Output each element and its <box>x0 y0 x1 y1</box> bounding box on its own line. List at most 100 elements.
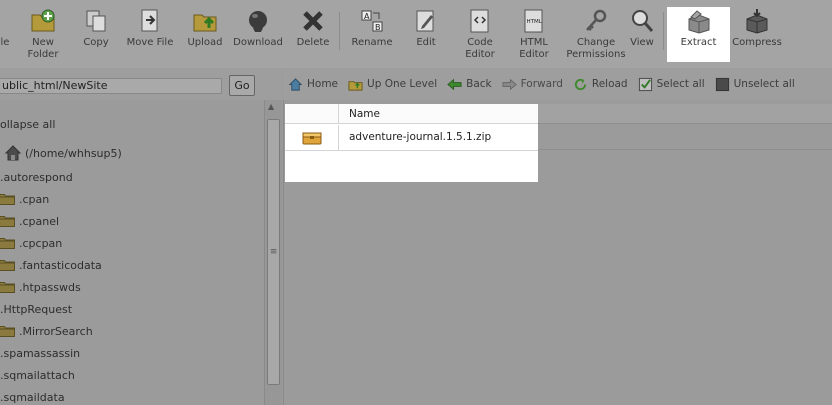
table-row[interactable]: adventure-journal.1.5.1.zip <box>285 125 538 151</box>
go-button[interactable]: Go <box>229 75 255 96</box>
tree-item[interactable]: .cpcpan <box>0 233 62 253</box>
checkbox-empty-icon <box>715 77 729 91</box>
scroll-up-arrow-icon[interactable]: ▲ <box>268 102 274 111</box>
nav-forward[interactable]: Forward <box>502 77 563 92</box>
nav-up-one-level[interactable]: Up One Level <box>348 77 437 92</box>
nav-back[interactable]: Back <box>447 77 492 92</box>
toolbar: le New Folder Copy Move File Upload Down… <box>0 0 832 68</box>
tree-item[interactable]: .sqmaildata <box>0 387 65 405</box>
tree-scrollbar[interactable]: ▲ ≡ <box>264 100 282 405</box>
tree-item-label: .cpan <box>19 192 50 206</box>
new-folder-label: New Folder <box>27 37 59 60</box>
toolbar-separator <box>663 12 664 50</box>
delete-button[interactable]: Delete <box>294 8 332 64</box>
up-folder-icon <box>348 80 363 91</box>
name-column-header[interactable]: Name <box>349 108 380 120</box>
rename-icon: AB <box>359 8 385 34</box>
tree-item-label: .sqmailattach <box>0 368 75 382</box>
new-folder-icon <box>30 8 56 34</box>
toolbar-separator <box>339 12 340 50</box>
nav-home[interactable]: Home <box>288 77 338 92</box>
copy-label: Copy <box>83 37 109 48</box>
tree-item-label: .autorespond <box>0 170 73 184</box>
folder-icon <box>0 259 15 271</box>
tree-item[interactable]: .cpan <box>0 189 49 209</box>
folder-tree: ollapse all (/home/whhsup5) .autorespond… <box>0 100 264 405</box>
back-arrow-icon <box>447 78 462 90</box>
folder-icon <box>0 325 15 337</box>
file-table-header: Name <box>285 104 538 124</box>
collapse-all-link[interactable]: ollapse all <box>0 118 55 131</box>
upload-label: Upload <box>187 37 223 48</box>
tree-item-label: .fantasticodata <box>19 258 102 272</box>
move-file-label: Move File <box>126 37 174 48</box>
tree-item[interactable]: .HttpRequest <box>0 299 72 319</box>
compress-button[interactable]: Compress <box>731 8 783 64</box>
tree-item-label: .spamassassin <box>0 346 81 360</box>
copy-button[interactable]: Copy <box>80 8 112 64</box>
download-button[interactable]: Download <box>233 8 283 64</box>
forward-arrow-icon <box>502 78 517 90</box>
tree-item-label: .htpasswds <box>19 280 81 294</box>
folder-icon <box>0 193 15 205</box>
path-input[interactable]: ublic_html/NewSite <box>0 78 222 94</box>
view-button[interactable]: View <box>628 8 656 64</box>
tree-item[interactable]: .htpasswds <box>0 277 81 297</box>
nav-bar: Home Up One Level Back Forward Reload Se… <box>283 68 832 100</box>
tree-item[interactable]: .MirrorSearch <box>0 321 93 341</box>
new-file-button[interactable]: le <box>0 8 16 64</box>
file-header-extension <box>538 104 832 124</box>
tree-item[interactable]: .spamassassin <box>0 343 80 363</box>
move-file-button[interactable]: Move File <box>125 8 175 64</box>
extract-label: Extract <box>680 37 717 48</box>
nav-select-all-label: Select all <box>656 78 705 90</box>
code-editor-icon <box>467 8 493 34</box>
edit-button[interactable]: Edit <box>412 8 440 64</box>
tree-item-label: .MirrorSearch <box>19 324 93 338</box>
upload-icon <box>192 8 218 34</box>
folder-icon <box>0 215 15 227</box>
reload-icon <box>574 78 586 90</box>
copy-icon <box>83 8 109 34</box>
upload-button[interactable]: Upload <box>186 8 224 64</box>
download-label: Download <box>233 37 283 48</box>
new-folder-button[interactable]: New Folder <box>27 8 59 64</box>
code-editor-button[interactable]: Code Editor <box>462 8 498 64</box>
extract-button[interactable]: Extract <box>667 7 730 62</box>
nav-reload[interactable]: Reload <box>573 77 628 92</box>
tree-home[interactable]: (/home/whhsup5) <box>4 144 122 162</box>
move-file-icon <box>137 8 163 34</box>
delete-icon <box>300 8 326 34</box>
nav-reload-label: Reload <box>591 78 628 90</box>
tree-item[interactable]: .sqmailattach <box>0 365 75 385</box>
svg-text:B: B <box>375 23 381 32</box>
magnifier-icon <box>629 8 655 34</box>
nav-select-all[interactable]: Select all <box>638 77 705 92</box>
nav-unselect-all[interactable]: Unselect all <box>715 77 795 92</box>
code-editor-label: Code Editor <box>465 37 495 60</box>
file-name[interactable]: adventure-journal.1.5.1.zip <box>349 131 491 143</box>
rename-button[interactable]: AB Rename <box>350 8 394 64</box>
icon-column-header[interactable] <box>285 104 339 124</box>
nav-forward-label: Forward <box>520 78 563 90</box>
html-editor-button[interactable]: HTML HTML Editor <box>516 8 552 64</box>
compress-label: Compress <box>732 37 782 48</box>
view-label: View <box>630 37 654 48</box>
file-list-pane: Name adventure-journal.1.5.1.zip <box>283 100 832 405</box>
nav-unselect-all-label: Unselect all <box>733 78 795 90</box>
nav-up-one-level-label: Up One Level <box>367 78 438 90</box>
change-permissions-label: Change Permissions <box>566 37 626 60</box>
nav-home-label: Home <box>307 78 339 90</box>
checkbox-checked-icon <box>638 77 652 91</box>
tree-item-label: .sqmaildata <box>0 390 65 404</box>
tree-item[interactable]: .autorespond <box>0 167 73 187</box>
edit-label: Edit <box>416 37 436 48</box>
file-icon-cell <box>285 125 339 150</box>
tree-item-label: .cpanel <box>19 214 60 228</box>
tree-item[interactable]: .fantasticodata <box>0 255 102 275</box>
extract-icon <box>686 8 712 34</box>
change-permissions-button[interactable]: Change Permissions <box>563 8 629 64</box>
tree-item[interactable]: .cpanel <box>0 211 59 231</box>
scroll-thumb[interactable]: ≡ <box>267 119 280 385</box>
archive-icon <box>302 132 321 144</box>
